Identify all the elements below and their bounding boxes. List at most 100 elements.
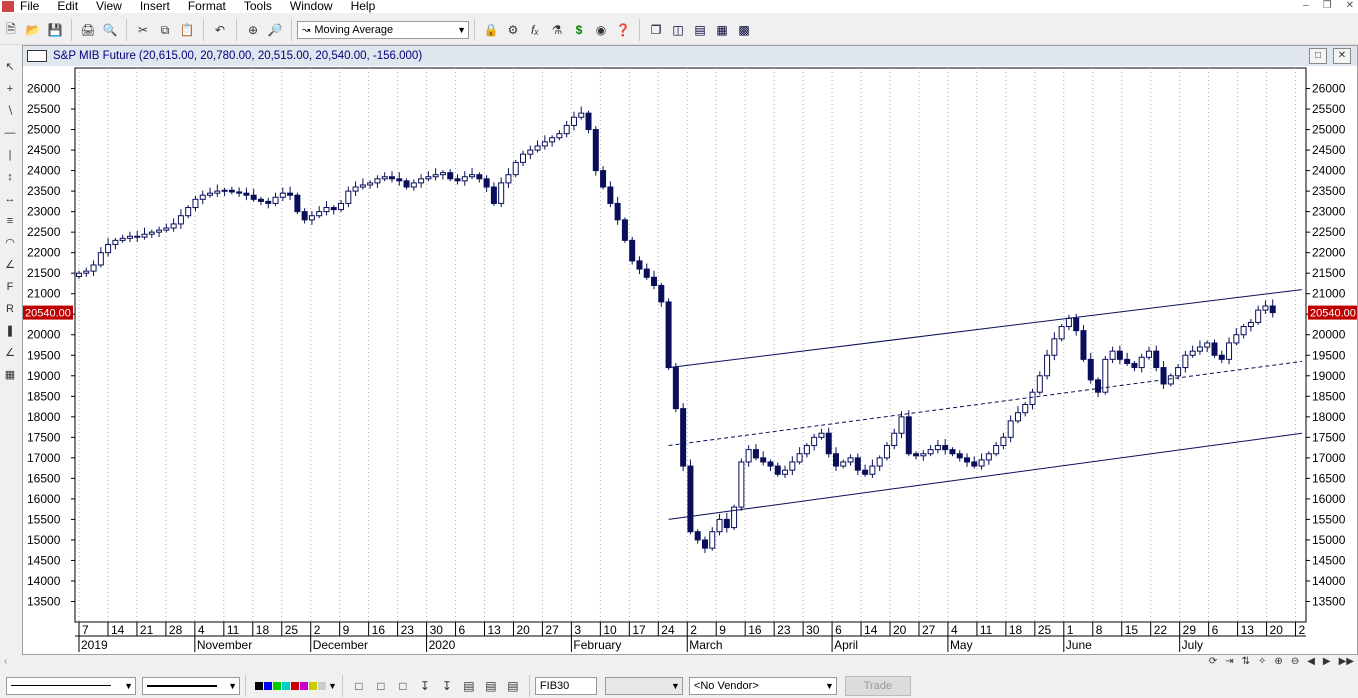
y-tick-label-left: 26000 bbox=[27, 82, 61, 96]
cut-icon[interactable]: ✂ bbox=[133, 20, 153, 40]
candle-body bbox=[228, 189, 235, 193]
gann-fan-icon[interactable]: ∠ bbox=[1, 344, 19, 362]
scroll-right-button-icon[interactable]: ▶ bbox=[1323, 656, 1331, 667]
grid-tool-icon[interactable]: ▦ bbox=[1, 366, 19, 384]
pointer-icon[interactable]: ↖ bbox=[1, 58, 19, 76]
arrow-tool-icon[interactable]: ↔ bbox=[1, 190, 19, 208]
menu-window[interactable]: Window bbox=[290, 0, 333, 13]
color-swatch[interactable] bbox=[282, 681, 290, 690]
crosshair-icon[interactable]: ⊕ bbox=[243, 20, 263, 40]
menu-edit[interactable]: Edit bbox=[57, 0, 78, 13]
chevron-down-icon[interactable]: ▼ bbox=[328, 681, 337, 691]
vendor-select[interactable]: <No Vendor> ▼ bbox=[688, 676, 837, 695]
panel-icon[interactable]: ▤ bbox=[459, 676, 479, 696]
zoom-out-icon[interactable]: ⊖ bbox=[1291, 656, 1299, 667]
y-tick-label-left: 25500 bbox=[27, 102, 61, 116]
y-tick-label-left: 22500 bbox=[27, 225, 61, 239]
download-icon[interactable]: ↧ bbox=[437, 676, 457, 696]
analyst-icon[interactable]: ⚙ bbox=[503, 20, 523, 40]
jump-end-icon[interactable]: ⇥ bbox=[1225, 656, 1233, 667]
cascade-windows-icon[interactable]: ❐ bbox=[646, 20, 666, 40]
copy-icon[interactable]: ⧉ bbox=[155, 20, 175, 40]
new-file-icon[interactable]: 🗎 bbox=[1, 20, 21, 40]
trade-button[interactable]: Trade bbox=[844, 675, 911, 696]
menu-help[interactable]: Help bbox=[351, 0, 376, 13]
color-swatch[interactable] bbox=[255, 681, 263, 690]
tile-horizontal-icon[interactable]: ▤ bbox=[690, 20, 710, 40]
price-chart[interactable]: 7 14 21 28 4 11 18 25 2 9 16 23 30 6 13 20 27 3 10 17 24 2 9 16… bbox=[23, 66, 1357, 654]
indicator-select[interactable]: ↝ Moving Average ▼ bbox=[297, 21, 469, 39]
close-icon[interactable]: ✕ bbox=[1346, 0, 1354, 11]
panel-icon[interactable]: ▤ bbox=[503, 676, 523, 696]
undo-icon[interactable]: ↶ bbox=[210, 20, 230, 40]
print-icon[interactable]: 🖨 bbox=[78, 20, 98, 40]
maximize-chart-icon[interactable]: □ bbox=[1309, 48, 1327, 64]
download-icon[interactable]: ↧ bbox=[415, 676, 435, 696]
open-folder-icon[interactable]: 📂 bbox=[23, 20, 43, 40]
color-swatch[interactable] bbox=[264, 681, 272, 690]
page-icon[interactable]: □ bbox=[349, 676, 369, 696]
help-cursor-icon[interactable]: ❓ bbox=[613, 20, 633, 40]
menu-insert[interactable]: Insert bbox=[140, 0, 170, 13]
page-icon[interactable]: □ bbox=[393, 676, 413, 696]
expand-icon[interactable]: ⇅ bbox=[1242, 656, 1250, 667]
scroll-end-icon[interactable]: ▶▶ bbox=[1339, 656, 1354, 667]
tile-grid-icon[interactable]: ▦ bbox=[712, 20, 732, 40]
candle-body bbox=[782, 469, 789, 475]
line-style-select[interactable]: ▼ bbox=[6, 676, 136, 695]
print-preview-icon[interactable]: 🔍 bbox=[100, 20, 120, 40]
line-weight-select[interactable]: ▼ bbox=[142, 676, 240, 695]
y-tick-label-right: 17000 bbox=[1312, 451, 1346, 465]
scroll-left-button-icon[interactable]: ◀ bbox=[1307, 656, 1315, 667]
candle-body bbox=[265, 200, 272, 204]
candle-body bbox=[425, 176, 432, 180]
symbol-field[interactable]: FIB30 bbox=[534, 676, 597, 695]
candle-body bbox=[1189, 350, 1196, 356]
restore-icon[interactable]: ❐ bbox=[1323, 0, 1332, 11]
horizontal-line-icon[interactable]: — bbox=[1, 124, 19, 142]
y-tick-label-right: 18500 bbox=[1312, 389, 1346, 403]
menu-format[interactable]: Format bbox=[188, 0, 226, 13]
refresh-icon[interactable]: ⟳ bbox=[1209, 656, 1217, 667]
retracement-icon[interactable]: R bbox=[1, 300, 19, 318]
cycle-lines-icon[interactable]: ❚ bbox=[1, 322, 19, 340]
menu-tools[interactable]: Tools bbox=[244, 0, 272, 13]
paste-icon[interactable]: 📋 bbox=[177, 20, 197, 40]
exchange-select[interactable]: ▼ bbox=[604, 676, 683, 695]
menu-file[interactable]: File bbox=[20, 0, 39, 13]
vertical-line-icon[interactable]: | bbox=[1, 146, 19, 164]
lock-icon[interactable]: 🔒 bbox=[481, 20, 501, 40]
page-icon[interactable]: □ bbox=[371, 676, 391, 696]
arc-tool-icon[interactable]: ◠ bbox=[1, 234, 19, 252]
candle-body bbox=[1138, 356, 1145, 369]
crosshair-tool-icon[interactable]: + bbox=[1, 80, 19, 98]
flask-icon[interactable]: ⚗ bbox=[547, 20, 567, 40]
y-tick-label-left: 17000 bbox=[27, 451, 61, 465]
color-palette[interactable] bbox=[255, 681, 326, 690]
color-swatch[interactable] bbox=[300, 681, 308, 690]
save-icon[interactable]: 💾 bbox=[45, 20, 65, 40]
channel-tool-icon[interactable]: ≡ bbox=[1, 212, 19, 230]
minimize-icon[interactable]: – bbox=[1303, 0, 1309, 11]
menu-view[interactable]: View bbox=[96, 0, 122, 13]
panel-icon[interactable]: ▤ bbox=[481, 676, 501, 696]
trendline-icon[interactable]: ∖ bbox=[1, 102, 19, 120]
zoom-icon[interactable]: 🔎 bbox=[265, 20, 285, 40]
compress-icon[interactable]: ✧ bbox=[1258, 656, 1266, 667]
candle-body bbox=[1036, 375, 1043, 393]
scroll-left-icon[interactable]: ‹ bbox=[4, 656, 7, 667]
close-chart-icon[interactable]: ✕ bbox=[1333, 48, 1351, 64]
text-tool-icon[interactable]: ↕ bbox=[1, 168, 19, 186]
binoculars-icon[interactable]: ◉ bbox=[591, 20, 611, 40]
color-swatch[interactable] bbox=[291, 681, 299, 690]
color-swatch[interactable] bbox=[309, 681, 317, 690]
fibonacci-icon[interactable]: F bbox=[1, 278, 19, 296]
dollar-icon[interactable]: $ bbox=[569, 20, 589, 40]
fan-tool-icon[interactable]: ∠ bbox=[1, 256, 19, 274]
function-icon[interactable]: fₓ bbox=[525, 20, 545, 40]
zoom-in-icon[interactable]: ⊕ bbox=[1274, 656, 1282, 667]
tile-vertical-icon[interactable]: ◫ bbox=[668, 20, 688, 40]
color-swatch[interactable] bbox=[318, 681, 326, 690]
color-swatch[interactable] bbox=[273, 681, 281, 690]
layout-icon[interactable]: ▩ bbox=[734, 20, 754, 40]
